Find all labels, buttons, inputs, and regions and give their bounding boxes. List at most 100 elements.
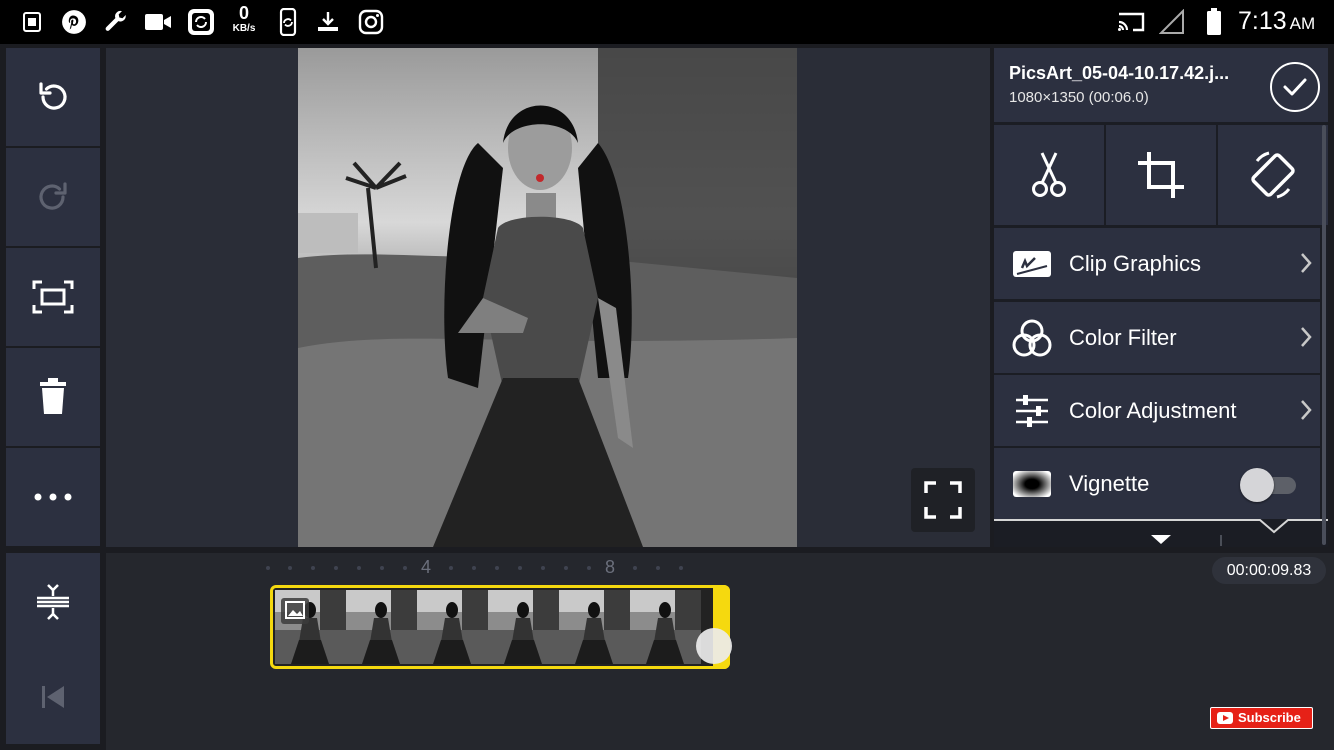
clip-thumbnail bbox=[488, 590, 559, 664]
clip-graphics-label: Clip Graphics bbox=[1069, 251, 1202, 276]
chevron-right-icon bbox=[1301, 327, 1312, 347]
delete-icon bbox=[40, 378, 66, 414]
more-button[interactable] bbox=[6, 448, 100, 546]
ruler-tick bbox=[472, 566, 476, 570]
network-speed-unit: KB/s bbox=[232, 23, 256, 34]
fullscreen-icon bbox=[924, 481, 962, 519]
clock: 7:13 AM bbox=[1238, 7, 1315, 36]
network-speed-value: 0 bbox=[238, 3, 249, 23]
color-filter-icon bbox=[1012, 318, 1052, 358]
sliders-icon bbox=[1012, 391, 1052, 431]
phone-sync-icon bbox=[274, 8, 302, 36]
clip-thumbnail bbox=[630, 590, 701, 664]
vignette-item: Vignette bbox=[994, 448, 1320, 519]
panel-scrollbar[interactable] bbox=[1322, 125, 1326, 545]
ruler-tick bbox=[541, 566, 545, 570]
undo-button[interactable] bbox=[6, 48, 100, 146]
fullscreen-button[interactable] bbox=[911, 468, 975, 532]
screen-recorder-icon bbox=[187, 8, 215, 36]
subscribe-label: Subscribe bbox=[1238, 710, 1301, 725]
ruler-tick bbox=[564, 566, 568, 570]
instagram-icon bbox=[357, 8, 385, 36]
vignette-label: Vignette bbox=[1069, 471, 1150, 496]
more-icon bbox=[34, 493, 72, 501]
download-icon bbox=[314, 8, 342, 36]
scroll-down-icon bbox=[1151, 535, 1171, 544]
chevron-right-icon bbox=[1301, 400, 1312, 420]
ruler-tick bbox=[403, 566, 407, 570]
youtube-icon bbox=[1217, 712, 1233, 724]
trim-split-button[interactable] bbox=[994, 125, 1104, 225]
checkmark-icon bbox=[1283, 78, 1307, 96]
ruler-tick bbox=[633, 566, 637, 570]
timeline-clip[interactable] bbox=[270, 585, 730, 669]
image-clip-icon bbox=[281, 598, 309, 624]
ruler-tick bbox=[357, 566, 361, 570]
fit-screen-icon bbox=[32, 280, 74, 314]
ruler-tick bbox=[495, 566, 499, 570]
preview-image bbox=[298, 48, 797, 547]
skip-to-start-icon bbox=[42, 686, 64, 708]
toggle-knob bbox=[1240, 468, 1274, 502]
ruler-tick bbox=[679, 566, 683, 570]
current-time: 00:00:09.83 bbox=[1212, 557, 1326, 584]
ruler-tick bbox=[266, 566, 270, 570]
clock-ampm: AM bbox=[1289, 14, 1316, 33]
delete-button[interactable] bbox=[6, 348, 100, 446]
video-camera-icon bbox=[144, 8, 172, 36]
crop-button[interactable] bbox=[1106, 125, 1216, 225]
clip-filename: PicsArt_05-04-10.17.42.j... bbox=[1009, 63, 1230, 83]
crop-icon bbox=[1138, 152, 1184, 198]
clip-thumbnail bbox=[346, 590, 417, 664]
scissors-icon bbox=[1032, 152, 1066, 197]
chevron-right-icon bbox=[1301, 253, 1312, 273]
clip-graphics-icon bbox=[1012, 244, 1052, 284]
ruler-label: 4 bbox=[421, 557, 432, 577]
pinterest-icon bbox=[60, 8, 88, 36]
ruler-tick bbox=[380, 566, 384, 570]
rotate-icon bbox=[1251, 151, 1295, 199]
vignette-toggle[interactable] bbox=[1240, 468, 1298, 502]
clip-header: PicsArt_05-04-10.17.42.j... 1080×1350 (0… bbox=[994, 48, 1328, 122]
kinemaster-editor: 0 KB/s 7:13 AM PicsArt_05-04-10.17.42.j.… bbox=[0, 0, 1334, 750]
ruler-tick bbox=[449, 566, 453, 570]
ruler-tick bbox=[288, 566, 292, 570]
ruler-tick bbox=[656, 566, 660, 570]
confirm-button[interactable] bbox=[1270, 62, 1320, 112]
network-speed: 0 KB/s bbox=[228, 4, 260, 34]
status-bar: 0 KB/s 7:13 AM bbox=[0, 0, 1334, 44]
battery-icon bbox=[1200, 8, 1228, 36]
clock-time: 7:13 bbox=[1238, 7, 1287, 35]
ruler-tick bbox=[311, 566, 315, 570]
clip-settings-panel: PicsArt_05-04-10.17.42.j... 1080×1350 (0… bbox=[994, 48, 1328, 547]
playhead-knob[interactable] bbox=[696, 628, 732, 664]
expand-timeline-button[interactable] bbox=[6, 553, 100, 651]
clip-graphics-item[interactable]: Clip Graphics bbox=[994, 228, 1320, 299]
screenshot-icon bbox=[18, 8, 46, 36]
vignette-icon bbox=[1012, 464, 1052, 504]
ruler-tick bbox=[334, 566, 338, 570]
clip-thumbnails bbox=[275, 590, 715, 664]
ruler-label: 8 bbox=[605, 557, 616, 577]
color-filter-item[interactable]: Color Filter bbox=[994, 302, 1320, 373]
clip-thumbnail bbox=[559, 590, 630, 664]
clip-info: 1080×1350 (00:06.0) bbox=[1009, 89, 1149, 106]
rotate-button[interactable] bbox=[1218, 125, 1328, 225]
ruler-tick bbox=[587, 566, 591, 570]
wrench-icon bbox=[102, 8, 130, 36]
signal-icon bbox=[1158, 8, 1186, 36]
undo-icon bbox=[39, 82, 67, 110]
ruler-tick bbox=[518, 566, 522, 570]
skip-to-start-button[interactable] bbox=[6, 650, 100, 744]
clip-thumbnail bbox=[417, 590, 488, 664]
redo-icon bbox=[39, 182, 67, 210]
redo-button[interactable] bbox=[6, 148, 100, 246]
cast-icon bbox=[1116, 8, 1146, 36]
panel-bottom-bar bbox=[994, 519, 1328, 546]
fit-screen-button[interactable] bbox=[6, 248, 100, 346]
expand-timeline-icon bbox=[37, 584, 69, 620]
color-adjustment-label: Color Adjustment bbox=[1069, 398, 1237, 423]
color-filter-label: Color Filter bbox=[1069, 325, 1177, 350]
color-adjustment-item[interactable]: Color Adjustment bbox=[994, 375, 1320, 446]
subscribe-button[interactable]: Subscribe bbox=[1210, 707, 1313, 729]
